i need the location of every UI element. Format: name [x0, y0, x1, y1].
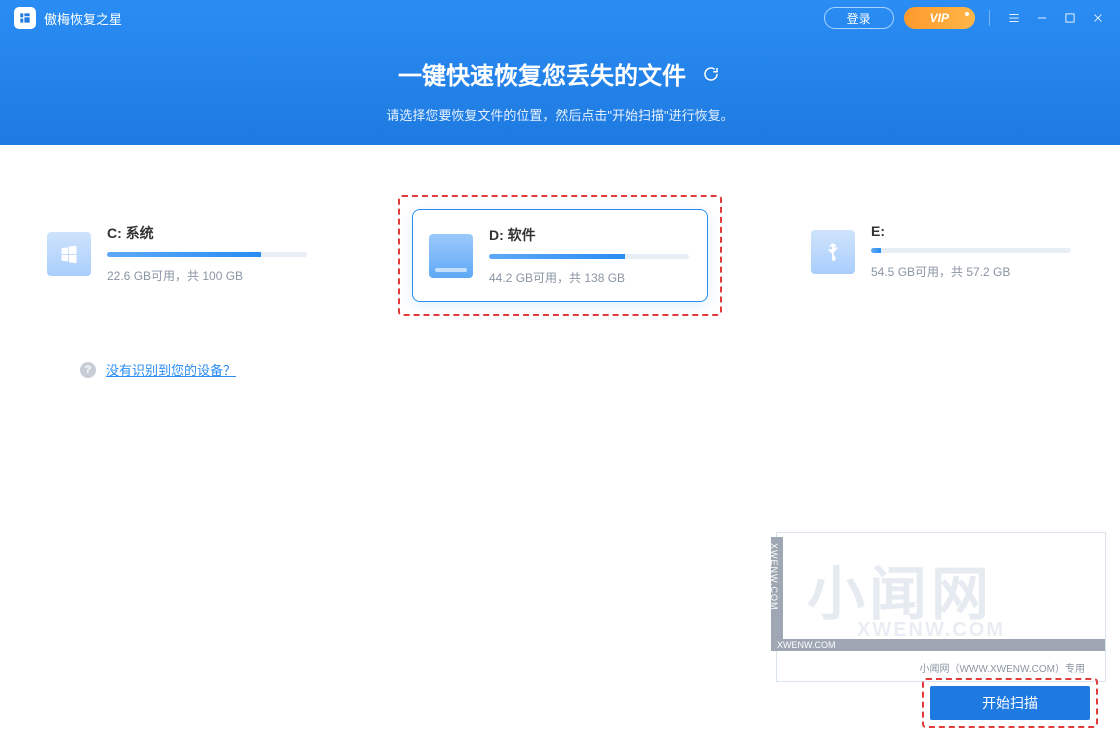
app-logo [14, 7, 36, 29]
page-subline: 请选择您要恢复文件的位置，然后点击"开始扫描"进行恢复。 [0, 105, 1120, 124]
windows-drive-icon [47, 232, 91, 276]
drive-card-highlight: C: 系统 22.6 GB可用，共 100 GB [18, 195, 338, 316]
close-icon[interactable] [1084, 0, 1112, 36]
drive-usage-text: 44.2 GB可用，共 138 GB [489, 269, 689, 286]
separator [989, 10, 990, 26]
drive-card[interactable]: D: 软件 44.2 GB可用，共 138 GB [412, 209, 708, 302]
start-scan-button[interactable]: 开始扫描 [930, 686, 1090, 720]
app-title: 傲梅恢复之星 [44, 9, 122, 28]
scan-button-highlight: 开始扫描 [922, 678, 1098, 728]
drive-card[interactable]: E: 54.5 GB可用，共 57.2 GB [794, 207, 1090, 296]
menu-icon[interactable] [1000, 0, 1028, 36]
drive-name: C: 系统 [107, 223, 307, 243]
usb-drive-icon [811, 230, 855, 274]
device-not-detected-link[interactable]: 没有识别到您的设备？ [106, 360, 236, 379]
hdd-drive-icon [429, 234, 473, 278]
drive-card[interactable]: C: 系统 22.6 GB可用，共 100 GB [30, 207, 326, 300]
page-headline: 一键快速恢复您丢失的文件 [398, 56, 686, 91]
drive-usage-text: 22.6 GB可用，共 100 GB [107, 267, 307, 284]
drive-card-highlight: E: 54.5 GB可用，共 57.2 GB [782, 195, 1102, 316]
login-button[interactable]: 登录 [824, 7, 894, 29]
vip-button[interactable]: VIP [904, 7, 975, 29]
drive-usage-text: 54.5 GB可用，共 57.2 GB [871, 263, 1071, 280]
drive-usage-bar [489, 254, 689, 259]
drive-name: D: 软件 [489, 225, 689, 245]
refresh-icon[interactable] [700, 63, 722, 85]
drive-card-highlight: D: 软件 44.2 GB可用，共 138 GB [398, 195, 722, 316]
watermark: XWENW.COM XWENW.COM 小闻网 XWENW.COM 小闻网（WW… [776, 532, 1106, 682]
drive-usage-bar [871, 248, 1071, 253]
drive-usage-bar [107, 252, 307, 257]
help-icon: ? [80, 362, 96, 378]
minimize-icon[interactable] [1028, 0, 1056, 36]
maximize-icon[interactable] [1056, 0, 1084, 36]
drive-name: E: [871, 223, 1071, 239]
